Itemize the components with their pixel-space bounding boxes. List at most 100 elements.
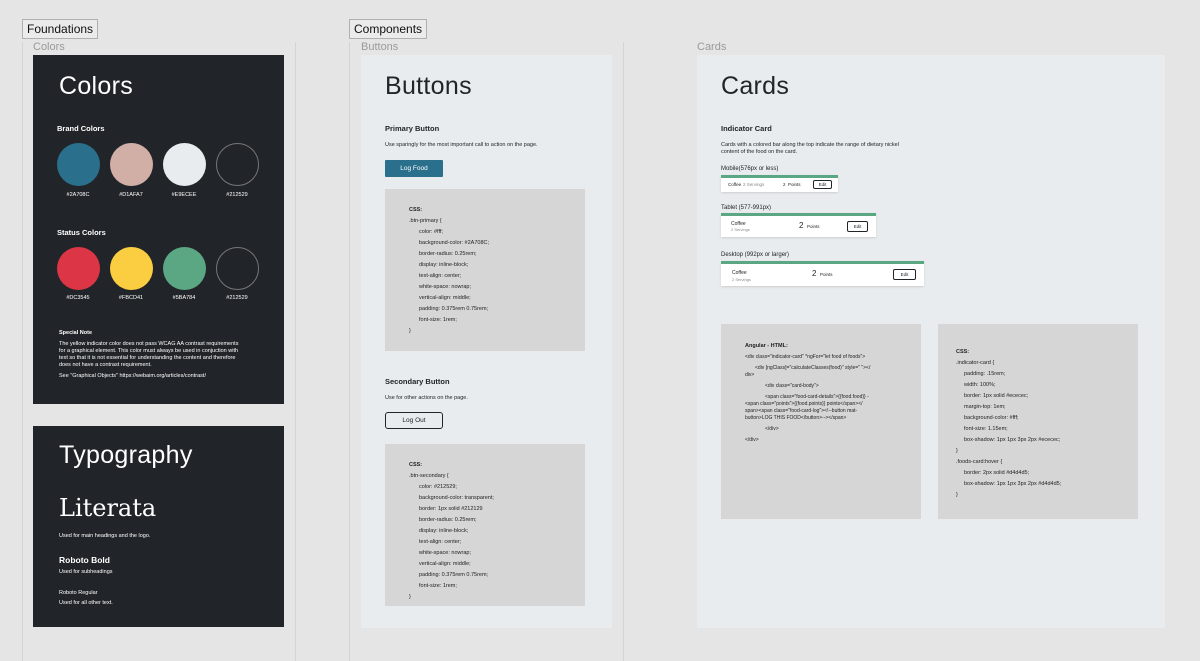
card-servings: 2 Servings xyxy=(732,277,751,282)
cards-title: Cards xyxy=(721,72,790,100)
code-line: font-size: 1rem; xyxy=(419,317,457,323)
code-line: vertical-align: middle; xyxy=(419,561,471,567)
brand-swatch xyxy=(216,143,259,186)
code-line: padding: 0.375rem 0.75rem; xyxy=(419,572,489,578)
brand-swatch xyxy=(110,143,153,186)
code-line: border: 1px solid #212129 xyxy=(419,506,483,512)
roboto-regular-desc: Used for all other text. xyxy=(59,600,113,606)
status-colors-heading: Status Colors xyxy=(57,228,106,237)
code-line: } xyxy=(956,448,958,454)
html-codebox: Angular - HTML: <div class="indicator-ca… xyxy=(721,324,921,519)
card-edit-button[interactable]: Edit xyxy=(813,180,832,189)
code-line: border-radius: 0.25rem; xyxy=(419,517,477,523)
status-hex: #5BA784 xyxy=(172,295,196,301)
code-line: display: inline-block; xyxy=(419,528,469,534)
foundations-section-tag[interactable]: Foundations xyxy=(22,19,99,39)
guide-line xyxy=(295,42,296,661)
code-line: background-color: #fff; xyxy=(964,415,1019,421)
guide-line xyxy=(22,42,23,661)
code-line: box-shadow: 1px 1px 3px 2px #d4d4d5; xyxy=(964,481,1062,487)
code-line: .btn-secondary { xyxy=(409,473,449,479)
brand-hex: #D1AFA7 xyxy=(119,192,143,198)
guide-line xyxy=(623,42,624,661)
code-line: <span class="food-card-details">{{food.f… xyxy=(765,394,869,400)
brand-colors-heading: Brand Colors xyxy=(57,124,105,133)
code-line: width: 100%; xyxy=(964,382,996,388)
code-line: margin-top: 1em; xyxy=(964,404,1006,410)
brand-hex: #212529 xyxy=(226,192,248,198)
card-points-value: 2 xyxy=(799,221,804,230)
code-line: } xyxy=(956,492,958,498)
special-note-line: does not have a contrast requirement. xyxy=(59,362,152,368)
literata-sample: Literata xyxy=(59,494,157,522)
indicator-card-mobile[interactable]: Coffee 2 Servings 2 Points Edit xyxy=(721,175,838,192)
brand-hex: #E9ECEE xyxy=(171,192,197,198)
special-note-link[interactable]: See "Graphical Objects" https://webaim.o… xyxy=(59,373,206,381)
primary-css-codebox: CSS: .btn-primary { color: #fff; backgro… xyxy=(385,189,585,351)
indicator-card-desktop[interactable]: Coffee 2 Servings 2 Points Edit xyxy=(721,261,924,286)
code-line: Angular - HTML: xyxy=(745,343,788,349)
code-line: border: 2px solid #d4d4d5; xyxy=(964,470,1030,476)
mobile-label: Mobile(576px or less) xyxy=(721,166,779,172)
secondary-css-codebox: CSS: .btn-secondary { color: #212529; ba… xyxy=(385,444,585,606)
code-line: CSS: xyxy=(409,462,423,468)
status-hex: #212529 xyxy=(226,295,248,301)
code-line: span><span class="food-card-log"><!--but… xyxy=(745,408,858,414)
code-line: background-color: #2A708C; xyxy=(419,240,490,246)
code-line: color: #212529; xyxy=(419,484,457,490)
card-servings: 2 Servings xyxy=(731,227,750,232)
code-line: CSS: xyxy=(409,207,423,213)
indicator-card-tablet[interactable]: Coffee 2 Servings 2 Points Edit xyxy=(721,213,876,237)
literata-desc: Used for main headings and the logo. xyxy=(59,533,151,539)
code-line: button>LOG THIS FOOD</button>--></span> xyxy=(745,415,847,421)
indicator-card-heading: Indicator Card xyxy=(721,124,772,133)
card-servings: 2 Servings xyxy=(743,182,765,187)
card-food: Coffee xyxy=(732,270,747,276)
status-swatch xyxy=(110,247,153,290)
log-food-button[interactable]: Log Food xyxy=(385,160,443,177)
status-hex: #FBCD41 xyxy=(118,295,144,301)
code-line: border-radius: 0.25rem; xyxy=(419,251,477,257)
secondary-button-heading: Secondary Button xyxy=(385,377,450,386)
code-line: .indicator-card { xyxy=(956,360,995,366)
code-line: .foods-card:hover { xyxy=(956,459,1003,465)
code-line: <div class="indicator-card" *ngFor="let … xyxy=(745,354,866,360)
code-line: padding: .15rem; xyxy=(964,371,1006,377)
status-swatch xyxy=(216,247,259,290)
cards-panel: Cards Indicator Card Cards with a colore… xyxy=(697,55,1165,628)
buttons-frame-label[interactable]: Buttons xyxy=(361,41,398,53)
colors-frame-label[interactable]: Colors xyxy=(33,41,65,53)
code-line: white-space: nowrap; xyxy=(419,550,471,556)
status-swatch xyxy=(57,247,100,290)
secondary-button-desc: Use for other actions on the page. xyxy=(385,395,468,401)
primary-button-desc: Use sparingly for the most important cal… xyxy=(385,142,538,148)
colors-panel: Colors Brand Colors #2A708C #D1AFA7 #E9E… xyxy=(33,55,284,404)
card-points-label: Points xyxy=(820,272,833,277)
code-line: white-space: nowrap; xyxy=(419,284,471,290)
code-line: <div [ngClass]="calculateClasses(food)" … xyxy=(755,365,871,371)
colors-title: Colors xyxy=(59,72,134,100)
code-line: text-align: center; xyxy=(419,273,462,279)
status-hex: #DC3545 xyxy=(66,295,90,301)
components-section-tag[interactable]: Components xyxy=(349,19,428,39)
code-line: </div> xyxy=(765,426,779,432)
card-points-label: Points xyxy=(788,182,801,187)
code-line: <span class="points">{{food.points}} poi… xyxy=(745,401,863,407)
special-note-title: Special Note xyxy=(59,330,93,336)
card-food: Coffee xyxy=(728,182,742,187)
code-line: font-size: 1.15em; xyxy=(964,426,1008,432)
status-swatch xyxy=(163,247,206,290)
guide-line xyxy=(349,42,350,661)
code-line: font-size: 1rem; xyxy=(419,583,457,589)
cards-frame-label[interactable]: Cards xyxy=(697,41,726,53)
typography-title: Typography xyxy=(59,441,193,469)
card-edit-button[interactable]: Edit xyxy=(847,221,868,232)
code-line: <div class="card-body"> xyxy=(765,383,819,389)
code-line: div> xyxy=(745,372,755,378)
brand-swatch xyxy=(57,143,100,186)
tablet-label: Tablet (577-991px) xyxy=(721,205,772,211)
buttons-title: Buttons xyxy=(385,72,472,100)
log-out-button[interactable]: Log Out xyxy=(385,412,443,429)
card-edit-button[interactable]: Edit xyxy=(893,269,916,280)
roboto-bold-desc: Used for subheadings xyxy=(59,569,113,575)
